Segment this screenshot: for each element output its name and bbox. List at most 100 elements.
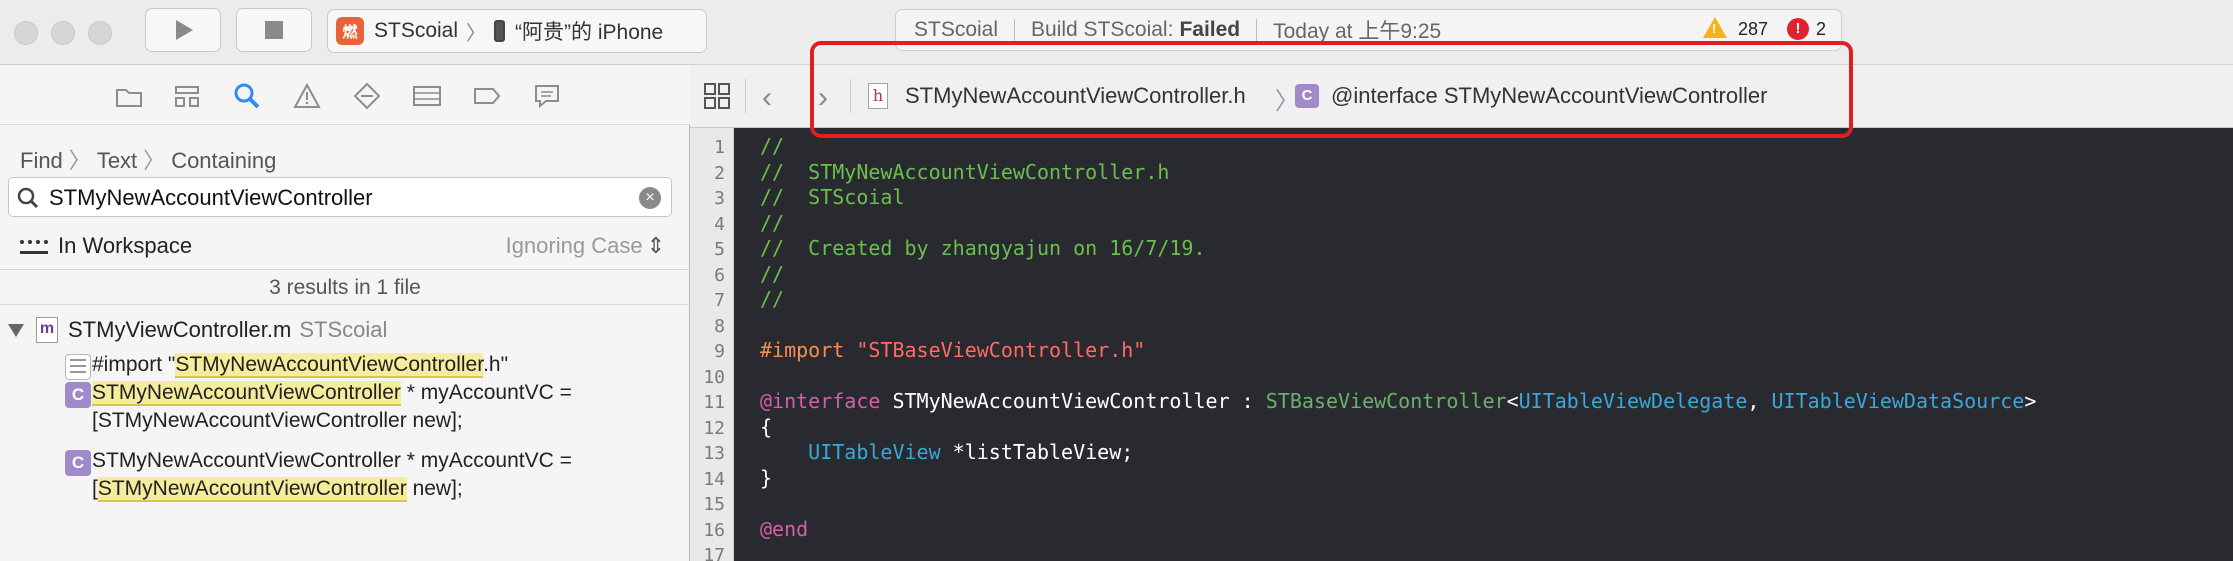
disclosure-triangle-icon[interactable] xyxy=(8,323,24,337)
result-text: [STMyNewAccountViewController new]; xyxy=(92,477,463,502)
line-number: 13 xyxy=(703,443,725,464)
grid-icon[interactable] xyxy=(704,83,730,109)
scheme-name[interactable]: STScoial xyxy=(374,19,458,43)
close-window-button[interactable] xyxy=(14,21,38,45)
back-icon[interactable]: ‹ xyxy=(762,81,772,115)
code-line[interactable]: // xyxy=(760,211,784,235)
result-file-row[interactable]: m STMyViewController.m STScoial xyxy=(8,317,387,343)
line-number: 9 xyxy=(714,341,725,362)
find-query[interactable]: STMyNewAccountViewController xyxy=(49,185,373,211)
code-token: < xyxy=(1506,389,1519,413)
build-label: Build STScoial: xyxy=(1031,18,1174,41)
list-icon[interactable] xyxy=(412,83,442,109)
result-text: STMyNewAccountViewController * myAccount… xyxy=(92,381,572,406)
find-type[interactable]: Text xyxy=(97,148,137,173)
jumpbar-file[interactable]: STMyNewAccountViewController.h xyxy=(905,83,1246,109)
navigator-selector-bar xyxy=(0,65,690,125)
line-number-gutter: 1 2 3 4 5 6 7 8 9 10 11 12 13 14 15 16 17 xyxy=(690,128,734,561)
chat-icon[interactable] xyxy=(532,83,562,109)
minimize-window-button[interactable] xyxy=(51,21,75,45)
code-line[interactable]: UITableView *listTableView; xyxy=(760,440,1133,464)
code-line[interactable]: @interface STMyNewAccountViewController … xyxy=(760,389,2036,413)
search-icon xyxy=(17,187,39,209)
code-token: @end xyxy=(760,516,809,541)
line-number: 11 xyxy=(703,392,725,413)
code-token: , xyxy=(1747,389,1772,413)
code-token: // xyxy=(760,134,785,158)
code-line[interactable]: // xyxy=(760,134,784,158)
line-number: 16 xyxy=(703,519,725,541)
code-token: } xyxy=(760,465,773,490)
result-text: STMyNewAccountViewController * myAccount… xyxy=(92,449,572,472)
code-line[interactable]: // xyxy=(760,262,784,286)
folder-icon[interactable] xyxy=(114,83,144,109)
line-number: 6 xyxy=(714,264,725,286)
find-path-bar: Find 〉 Text 〉 Containing xyxy=(20,143,276,175)
find-search-field[interactable]: STMyNewAccountViewController × xyxy=(8,177,672,217)
code-line[interactable]: #import "STBaseViewController.h" xyxy=(760,338,1145,362)
code-token: { xyxy=(760,414,773,439)
app-icon: 燃 xyxy=(336,17,364,45)
code-token: // xyxy=(760,287,785,311)
stop-button[interactable] xyxy=(236,8,312,52)
error-count[interactable]: 2 xyxy=(1816,19,1826,40)
code-line[interactable]: // Created by zhangyajun on 16/7/19. xyxy=(760,236,1206,260)
build-time: Today at 上午9:25 xyxy=(1273,20,1442,43)
run-button[interactable] xyxy=(145,8,221,52)
warning-count[interactable]: 287 xyxy=(1738,19,1768,40)
line-number: 1 xyxy=(714,137,725,158)
class-icon: C xyxy=(65,450,91,476)
find-scope[interactable]: In Workspace xyxy=(20,233,192,259)
code-token: // STScoial xyxy=(760,185,905,209)
find-mode[interactable]: Find xyxy=(20,148,63,173)
code-token: // Created by zhangyajun on 16/7/19. xyxy=(760,236,1206,260)
tag-icon[interactable] xyxy=(472,83,502,109)
warning-icon[interactable] xyxy=(292,83,322,109)
hierarchy-icon[interactable] xyxy=(172,83,202,109)
result-file-name: STMyViewController.m xyxy=(68,317,292,342)
code-token: > xyxy=(2024,389,2037,413)
code-line[interactable]: // STScoial xyxy=(760,185,905,209)
code-token: UITableViewDataSource xyxy=(1771,389,2025,413)
stop-icon xyxy=(265,21,283,39)
code-token: @interface xyxy=(760,389,881,413)
clear-icon[interactable]: × xyxy=(639,187,661,209)
result-text: #import "STMyNewAccountViewController.h" xyxy=(92,353,509,378)
case-option[interactable]: Ignoring Case xyxy=(506,233,643,258)
line-number: 15 xyxy=(703,494,725,515)
scheme-selector[interactable]: 燃 STScoial 〉 “阿贵”的 iPhone xyxy=(327,9,707,53)
forward-icon[interactable]: › xyxy=(818,81,828,115)
code-token: #import xyxy=(760,338,857,362)
code-line[interactable]: } xyxy=(760,466,772,490)
jumpbar-symbol[interactable]: @interface STMyNewAccountViewController xyxy=(1331,83,1767,109)
code-token: "STBaseViewController.h" xyxy=(856,338,1146,362)
code-line[interactable]: { xyxy=(760,415,772,439)
scope-label[interactable]: In Workspace xyxy=(58,233,192,258)
diamond-icon[interactable] xyxy=(352,82,382,110)
activity-view: STScoial Build STScoial: Failed Today at… xyxy=(895,9,1842,51)
line-number: 8 xyxy=(714,315,725,337)
device-name[interactable]: “阿贵”的 iPhone xyxy=(515,16,663,46)
line-number: 14 xyxy=(703,468,725,490)
result-item[interactable]: C STMyNewAccountViewController * myAccou… xyxy=(55,379,675,439)
divider xyxy=(1014,19,1016,41)
navigator-panel: Find 〉 Text 〉 Containing STMyNewAccountViewC… xyxy=(0,65,690,561)
find-match[interactable]: Containing xyxy=(171,148,276,173)
search-icon[interactable] xyxy=(232,83,262,109)
code-line[interactable]: @end xyxy=(760,517,808,541)
error-icon[interactable]: ! xyxy=(1787,18,1809,40)
code-token: UITableView xyxy=(808,440,941,464)
zoom-window-button[interactable] xyxy=(88,21,112,45)
iphone-icon xyxy=(494,20,506,42)
find-options[interactable]: Ignoring Case ⇕ xyxy=(506,233,665,259)
warning-icon[interactable]: ! xyxy=(1703,17,1727,38)
header-file-icon: h xyxy=(868,83,888,109)
result-item[interactable]: C STMyNewAccountViewController * myAccou… xyxy=(55,447,675,507)
code-line[interactable]: // STMyNewAccountViewController.h xyxy=(760,160,1169,184)
line-number: 10 xyxy=(703,366,725,388)
code-token: UITableViewDelegate xyxy=(1518,389,1748,413)
activity-project: STScoial xyxy=(914,18,999,41)
code-line[interactable]: // xyxy=(760,287,784,311)
line-number: 2 xyxy=(714,162,725,184)
